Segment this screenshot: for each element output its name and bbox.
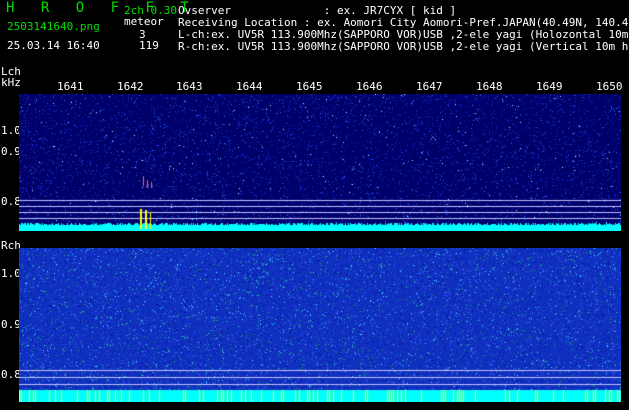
time-tick: 1645 [296, 80, 323, 93]
time-tick: 1643 [176, 80, 203, 93]
time-tick: 1648 [476, 80, 503, 93]
rch-config-line: R-ch:ex. UV5R 113.900Mhz(SAPPORO VOR)USB… [178, 41, 629, 53]
lch-config-line: L-ch:ex. UV5R 113.900Mhz(SAPPORO VOR)USB… [178, 29, 629, 41]
lch-ytick: 0.9 [1, 145, 21, 158]
time-tick: 1650 [596, 80, 623, 93]
lch-ytick: 1.0 [1, 124, 21, 137]
location-line: Receiving Location : ex. Aomori City Aom… [178, 16, 629, 29]
time-tick: 1649 [536, 80, 563, 93]
rch-ytick: 0.8 [1, 368, 21, 381]
filename-label: 2503141640.png [7, 20, 100, 33]
mode-label: meteor [124, 15, 164, 28]
rch-spectrogram [19, 248, 621, 402]
time-tick: 1641 [57, 80, 84, 93]
rch-label: Rch [1, 239, 21, 252]
lch-ytick: 0.8 [1, 195, 21, 208]
rch-count: 119 [139, 39, 159, 52]
datetime-label: 25.03.14 16:40 [7, 39, 100, 52]
rch-ytick: 0.9 [1, 318, 21, 331]
time-tick: 1642 [117, 80, 144, 93]
time-tick: 1646 [356, 80, 383, 93]
lch-spectrogram [19, 94, 621, 231]
time-tick: 1647 [416, 80, 443, 93]
lch-unit-label: kHz [1, 76, 21, 89]
rch-ytick: 1.0 [1, 267, 21, 280]
time-tick: 1644 [236, 80, 263, 93]
